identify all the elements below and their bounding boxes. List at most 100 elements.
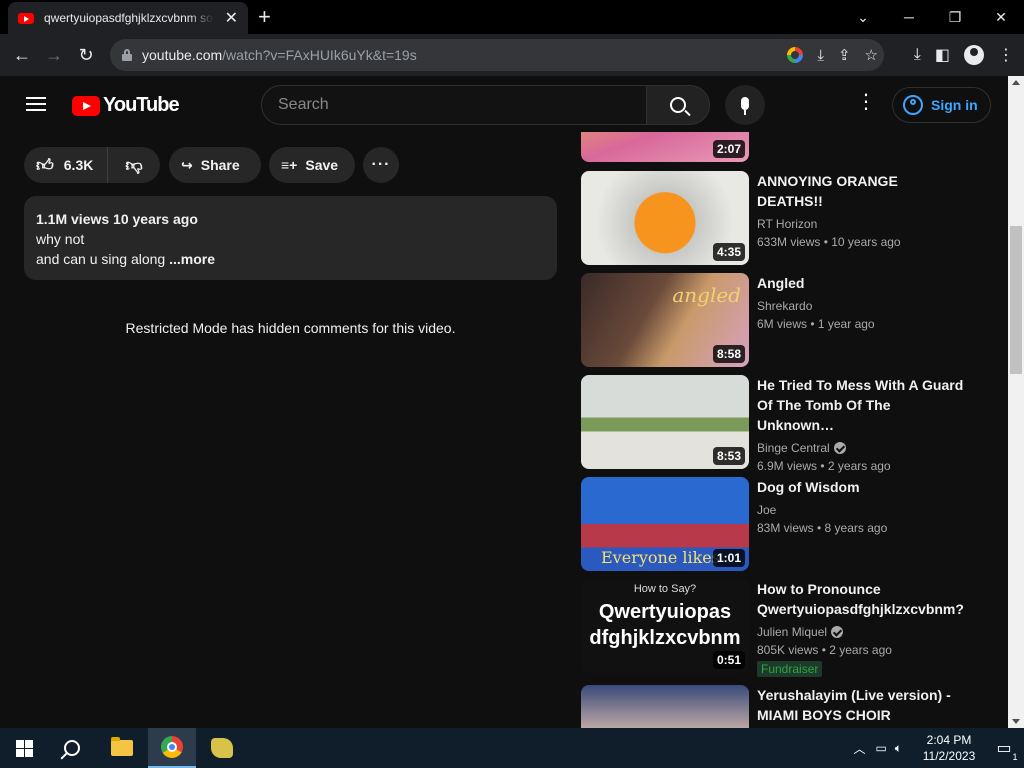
like-button[interactable]: 👍︎ 6.3K xyxy=(24,147,108,183)
channel-name: Shrekardo xyxy=(757,299,813,313)
show-hidden-icons-chevron-up-icon[interactable]: ︿ xyxy=(853,740,865,757)
share-button[interactable]: ↪ Share xyxy=(169,147,261,183)
system-tray: ︿ ▭ 🔈︎ 2:04 PM 11/2/2023 ▭ 1 xyxy=(853,728,1024,768)
channel-name: Binge Central xyxy=(757,439,967,457)
new-tab-button[interactable]: + xyxy=(258,6,271,28)
video-thumbnail[interactable]: How to Say? Qwertyuiopas dfghjklzxcvbnm … xyxy=(581,579,749,673)
save-button[interactable]: ≡+ Save xyxy=(269,147,355,183)
video-stats: 805K views • 2 years ago xyxy=(757,643,892,657)
playlist-add-icon: ≡+ xyxy=(281,157,298,173)
video-stats: 6M views • 1 year ago xyxy=(757,317,875,331)
browser-menu-icon[interactable]: ⋮ xyxy=(998,45,1014,65)
video-description[interactable]: 1.1M views 10 years ago why not and can … xyxy=(24,196,557,280)
back-button[interactable]: ← xyxy=(6,39,38,71)
start-button[interactable] xyxy=(0,728,48,768)
hamburger-menu-icon[interactable] xyxy=(26,97,46,111)
bookmark-star-icon[interactable]: ☆ xyxy=(865,46,878,64)
browser-tab-strip: qwertyuiopasdfghjklzxcvbnm song ✕ + ⌄ ─ … xyxy=(0,0,1024,34)
recommendation-item[interactable]: 4:35 ANNOYING ORANGE DEATHS!! RT Horizon… xyxy=(581,171,981,265)
youtube-play-icon xyxy=(72,95,100,116)
recommendation-item[interactable]: Everyone likes 1:01 Dog of Wisdom Joe 83… xyxy=(581,477,981,571)
restore-button[interactable]: ❐ xyxy=(932,0,978,34)
like-dislike-group: 👍︎ 6.3K 👎︎ xyxy=(24,147,160,183)
video-thumbnail[interactable] xyxy=(581,685,749,728)
scroll-up-arrow-icon[interactable] xyxy=(1012,80,1020,85)
channel-name: RT Horizon xyxy=(757,217,818,231)
video-title[interactable]: ANNOYING ORANGE DEATHS!! xyxy=(757,171,967,211)
more-actions-button[interactable]: ··· xyxy=(363,147,399,183)
video-duration: 4:35 xyxy=(712,243,745,261)
lock-icon[interactable] xyxy=(122,49,132,61)
video-duration: 8:58 xyxy=(712,345,745,363)
forward-button[interactable]: → xyxy=(38,39,70,71)
close-window-button[interactable]: ✕ xyxy=(978,0,1024,34)
recommendation-item[interactable]: 8:53 He Tried To Mess With A Guard Of Th… xyxy=(581,375,981,473)
page-scrollbar[interactable] xyxy=(1008,76,1024,728)
taskbar-chrome[interactable] xyxy=(148,728,196,768)
verified-badge-icon xyxy=(831,626,844,638)
search-button[interactable] xyxy=(646,85,710,125)
user-circle-icon xyxy=(903,95,923,115)
scrollbar-thumb[interactable] xyxy=(1010,226,1022,374)
scroll-down-arrow-icon[interactable] xyxy=(1012,719,1020,724)
reload-button[interactable]: ↻ xyxy=(70,39,102,71)
recommendation-item[interactable]: angled 8:58 Angled Shrekardo 6M views • … xyxy=(581,273,981,367)
address-bar[interactable]: youtube.com/watch?v=FAxHUIk6uYk&t=19s ⤓ … xyxy=(110,39,884,71)
windows-logo-icon xyxy=(15,739,33,757)
taskbar-search-button[interactable] xyxy=(48,728,96,768)
video-thumbnail[interactable]: 8:53 xyxy=(581,375,749,469)
video-title[interactable]: Angled xyxy=(757,273,967,293)
voice-search-button[interactable] xyxy=(725,85,765,125)
search-input[interactable]: Search xyxy=(261,85,647,125)
network-icon[interactable]: ▭ xyxy=(875,741,886,755)
downloads-icon[interactable]: ⤓ xyxy=(914,46,921,64)
youtube-page: YouTube Search ⋮ Sign in 👍︎ 6.3K 👎︎ ↪ Sh… xyxy=(0,76,1008,728)
taskbar-app[interactable] xyxy=(198,728,246,768)
verified-badge-icon xyxy=(833,442,846,454)
video-duration: 2:07 xyxy=(712,140,745,158)
channel-name: Joe xyxy=(757,503,777,517)
video-title[interactable]: He Tried To Mess With A Guard Of The Tom… xyxy=(757,375,967,435)
taskbar-file-explorer[interactable] xyxy=(98,728,146,768)
thumbs-down-icon: 👎︎ xyxy=(125,155,143,175)
show-more-link[interactable]: ...more xyxy=(169,251,215,267)
chrome-icon xyxy=(161,736,183,758)
share-icon[interactable]: ⇪ xyxy=(838,46,851,64)
app-icon xyxy=(211,738,233,758)
thumbnail-line-2: dfghjklzxcvbnm xyxy=(589,627,741,649)
youtube-header: YouTube Search ⋮ Sign in xyxy=(0,76,1008,132)
url-text[interactable]: youtube.com/watch?v=FAxHUIk6uYk&t=19s xyxy=(142,47,417,63)
video-thumbnail[interactable]: Everyone likes 1:01 xyxy=(581,477,749,571)
profile-avatar-icon[interactable] xyxy=(964,45,984,65)
tab-search-chevron-down-icon[interactable]: ⌄ xyxy=(840,0,886,34)
video-title[interactable]: Dog of Wisdom xyxy=(757,477,967,497)
video-duration: 8:53 xyxy=(712,447,745,465)
youtube-favicon-icon xyxy=(18,12,34,24)
recommendation-item[interactable]: 2:07 xyxy=(581,76,981,162)
recommendation-item[interactable]: How to Say? Qwertyuiopas dfghjklzxcvbnm … xyxy=(581,579,981,677)
video-thumbnail[interactable]: 4:35 xyxy=(581,171,749,265)
google-lens-icon[interactable] xyxy=(787,47,804,63)
video-duration: 0:51 xyxy=(712,651,745,669)
volume-muted-icon[interactable]: 🔈︎ xyxy=(895,741,902,756)
video-stats: 83M views • 8 years ago xyxy=(757,521,888,535)
install-app-icon[interactable]: ⤓ xyxy=(817,47,824,64)
side-panel-icon[interactable]: ◧ xyxy=(935,45,950,65)
recommendation-item[interactable]: Yerushalayim (Live version) - MIAMI BOYS… xyxy=(581,685,981,728)
browser-tab-active[interactable]: qwertyuiopasdfghjklzxcvbnm song ✕ xyxy=(8,2,248,34)
view-count-date: 1.1M views 10 years ago xyxy=(36,211,198,227)
video-title[interactable]: How to Pronounce Qwertyuiopasdfghjklzxcv… xyxy=(757,579,967,619)
thumbnail-text: Everyone likes xyxy=(601,548,720,567)
youtube-logo[interactable]: YouTube xyxy=(72,94,180,117)
clock[interactable]: 2:04 PM 11/2/2023 xyxy=(914,732,984,764)
notifications-icon[interactable]: ▭ 1 xyxy=(984,728,1024,768)
settings-more-icon[interactable]: ⋮ xyxy=(856,92,876,112)
folder-icon xyxy=(111,737,133,756)
tab-close-icon[interactable]: ✕ xyxy=(225,8,238,28)
minimize-button[interactable]: ─ xyxy=(886,0,932,34)
sign-in-button[interactable]: Sign in xyxy=(892,87,991,123)
video-title[interactable]: Yerushalayim (Live version) - MIAMI BOYS… xyxy=(757,685,967,725)
dislike-button[interactable]: 👎︎ xyxy=(108,155,160,176)
video-thumbnail[interactable]: angled 8:58 xyxy=(581,273,749,367)
browser-toolbar: ← → ↻ youtube.com/watch?v=FAxHUIk6uYk&t=… xyxy=(0,34,1024,76)
